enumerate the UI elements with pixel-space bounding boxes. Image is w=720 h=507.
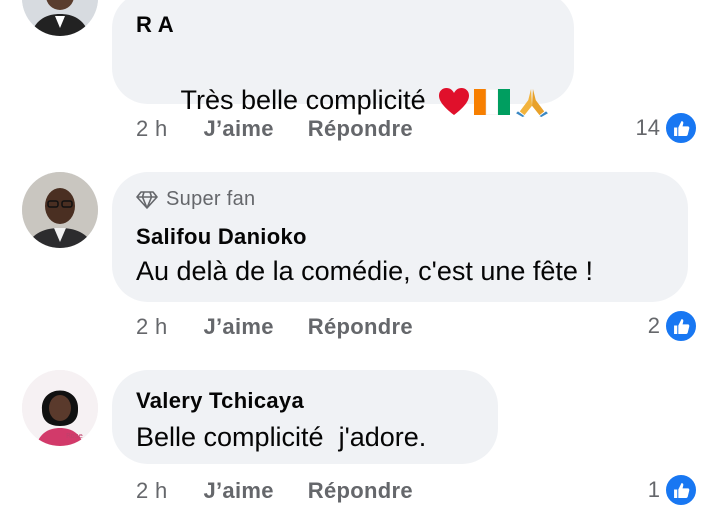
reply-button[interactable]: Répondre (308, 314, 413, 340)
avatar[interactable] (22, 172, 98, 248)
reply-button[interactable]: Répondre (308, 478, 413, 504)
reaction-count[interactable]: 14 (636, 111, 698, 145)
profile-photo-icon: Rose (22, 370, 98, 446)
comment-bubble: R A Très belle complicité (112, 0, 574, 117)
comment-author[interactable]: Salifou Danioko (136, 224, 307, 250)
reaction-count-value: 2 (647, 313, 660, 338)
comment-time[interactable]: 2 h (136, 116, 167, 142)
reaction-count-value: 1 (647, 477, 660, 502)
like-reaction-icon (664, 111, 698, 145)
svg-text:Rose: Rose (66, 432, 83, 440)
comment-time[interactable]: 2 h (136, 478, 167, 504)
comment-actions: 2 h J’aime Répondre (136, 314, 413, 340)
thumbs-up-icon (673, 120, 689, 136)
like-reaction-icon (664, 309, 698, 343)
comment-bubble: Valery Tchicaya Belle complicité j'adore… (112, 370, 498, 464)
avatar[interactable] (22, 0, 98, 36)
thumbs-up-icon (673, 318, 689, 334)
comment-author[interactable]: Valery Tchicaya (136, 388, 304, 414)
like-button[interactable]: J’aime (203, 116, 273, 142)
comment-text-content: Très belle complicité (180, 85, 426, 115)
comment-author[interactable]: R A (136, 12, 174, 38)
reaction-count[interactable]: 1 (648, 473, 698, 507)
like-button[interactable]: J’aime (203, 314, 273, 340)
like-button[interactable]: J’aime (203, 478, 273, 504)
profile-photo-icon (22, 0, 98, 36)
comment-actions: 2 h J’aime Répondre (136, 116, 413, 142)
red-heart-icon (438, 87, 469, 115)
folded-hands-icon (515, 88, 548, 117)
emoji-group (436, 87, 552, 117)
like-reaction-icon (664, 473, 698, 507)
comment-text: Belle complicité j'adore. (136, 422, 427, 452)
comment-bubble: Super fan Salifou Danioko Au delà de la … (112, 172, 688, 302)
ivory-coast-flag-icon (473, 88, 510, 115)
avatar[interactable]: Rose (22, 370, 98, 446)
comment-text: Au delà de la comédie, c'est une fête ! (136, 256, 593, 286)
comment-time[interactable]: 2 h (136, 314, 167, 340)
reaction-count[interactable]: 2 (648, 309, 698, 343)
reaction-count-value: 14 (635, 115, 660, 140)
super-fan-badge: Super fan (136, 188, 255, 211)
profile-photo-icon (22, 172, 98, 248)
super-fan-label: Super fan (166, 188, 256, 210)
comment-actions: 2 h J’aime Répondre (136, 478, 413, 504)
thumbs-up-icon (673, 482, 689, 498)
diamond-icon (136, 190, 158, 209)
reply-button[interactable]: Répondre (308, 116, 413, 142)
